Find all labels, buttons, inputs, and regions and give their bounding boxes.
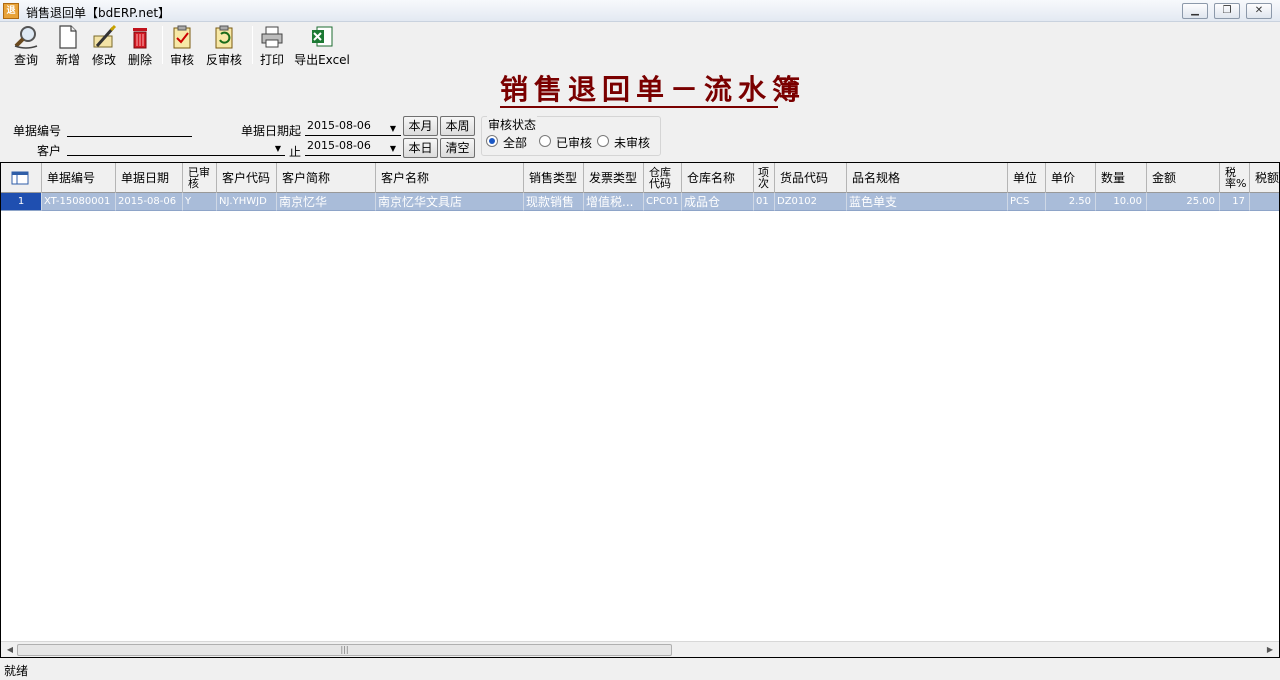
status-bar-text: 就绪 bbox=[4, 664, 29, 678]
grid-corner[interactable] bbox=[1, 163, 42, 193]
col-approved[interactable]: 已审核 bbox=[183, 163, 217, 193]
query-button[interactable]: 查询 bbox=[10, 24, 42, 67]
window-title: 销售退回单【bdERP.net】 bbox=[26, 6, 171, 20]
date-from-label: 单据日期起 bbox=[241, 124, 302, 138]
radio-audit-done[interactable] bbox=[539, 135, 551, 147]
print-button[interactable]: 打印 bbox=[258, 24, 286, 67]
app-icon: 退 bbox=[3, 3, 19, 19]
col-doc-no[interactable]: 单据编号 bbox=[42, 163, 116, 193]
audit-all-label: 全部 bbox=[503, 136, 528, 150]
col-tax-rate[interactable]: 税率% bbox=[1220, 163, 1250, 193]
col-unit[interactable]: 单位 bbox=[1008, 163, 1046, 193]
customer-label: 客户 bbox=[37, 144, 62, 158]
today-button[interactable]: 本日 bbox=[403, 138, 438, 158]
cell-qty: 10.00 bbox=[1096, 193, 1147, 211]
date-to-label: 止 bbox=[289, 145, 302, 159]
cell-approved: Y bbox=[183, 193, 217, 211]
grid-header: 单据编号 单据日期 已审核 客户代码 客户简称 客户名称 销售类型 发票类型 仓… bbox=[1, 163, 1279, 193]
horizontal-scrollbar[interactable]: ◀ ||| ▶ bbox=[1, 641, 1279, 657]
printer-icon bbox=[261, 26, 283, 48]
cell-price: 2.50 bbox=[1046, 193, 1096, 211]
col-wh-name[interactable]: 仓库名称 bbox=[682, 163, 754, 193]
cell-tax bbox=[1250, 193, 1279, 211]
radio-audit-all[interactable] bbox=[486, 135, 498, 147]
magnifier-icon bbox=[14, 26, 38, 49]
col-cust-short[interactable]: 客户简称 bbox=[277, 163, 376, 193]
col-tax[interactable]: 税额 bbox=[1250, 163, 1279, 193]
grid-settings-icon bbox=[11, 171, 29, 185]
title-bar: 退 销售退回单【bdERP.net】 ▁ ❐ ✕ bbox=[0, 0, 1280, 22]
cell-doc-no: XT-15080001 bbox=[42, 193, 116, 211]
clear-button[interactable]: 清空 bbox=[440, 138, 475, 158]
add-button[interactable]: 新增 bbox=[54, 24, 82, 67]
excel-icon bbox=[312, 26, 333, 47]
cell-cust-short: 南京忆华 bbox=[277, 193, 376, 211]
minimize-button[interactable]: ▁ bbox=[1182, 3, 1208, 19]
delete-button[interactable]: 删除 bbox=[126, 24, 154, 67]
chevron-down-icon[interactable]: ▼ bbox=[386, 121, 400, 137]
cell-spec: 蓝色单支 bbox=[847, 193, 1008, 211]
col-item-no[interactable]: 项次 bbox=[754, 163, 775, 193]
export-excel-button[interactable]: 导出Excel bbox=[294, 24, 350, 67]
col-cust-name[interactable]: 客户名称 bbox=[376, 163, 524, 193]
col-amount[interactable]: 金额 bbox=[1147, 163, 1220, 193]
cell-tax-rate: 17 bbox=[1220, 193, 1250, 211]
cell-item-no: 01 bbox=[754, 193, 775, 211]
new-document-icon bbox=[59, 25, 77, 49]
audit-not-label: 未审核 bbox=[614, 136, 651, 150]
toolbar-separator bbox=[162, 26, 163, 64]
edit-button[interactable]: 修改 bbox=[90, 24, 118, 67]
restore-button[interactable]: ❐ bbox=[1214, 3, 1240, 19]
col-sale-type[interactable]: 销售类型 bbox=[524, 163, 584, 193]
row-index: 1 bbox=[1, 193, 42, 211]
toolbar-separator bbox=[252, 26, 253, 64]
this-month-button[interactable]: 本月 bbox=[403, 116, 438, 136]
customer-select[interactable] bbox=[67, 142, 285, 156]
col-cust-code[interactable]: 客户代码 bbox=[217, 163, 277, 193]
approve-button[interactable]: 审核 bbox=[168, 24, 196, 67]
this-week-button[interactable]: 本周 bbox=[440, 116, 475, 136]
col-doc-date[interactable]: 单据日期 bbox=[116, 163, 183, 193]
col-qty[interactable]: 数量 bbox=[1096, 163, 1147, 193]
cell-cust-code: NJ.YHWJD bbox=[217, 193, 277, 211]
close-button[interactable]: ✕ bbox=[1246, 3, 1272, 19]
col-spec[interactable]: 品名规格 bbox=[847, 163, 1008, 193]
unapprove-button[interactable]: 反审核 bbox=[204, 24, 244, 67]
chevron-down-icon[interactable]: ▼ bbox=[386, 141, 400, 157]
doc-no-input[interactable] bbox=[67, 123, 192, 137]
cell-unit: PCS bbox=[1008, 193, 1046, 211]
cell-sale-type: 现款销售 bbox=[524, 193, 584, 211]
table-row[interactable]: 1 XT-15080001 2015-08-06 Y NJ.YHWJD 南京忆华… bbox=[1, 193, 1279, 211]
scroll-left-icon[interactable]: ◀ bbox=[3, 644, 17, 656]
cell-amount: 25.00 bbox=[1147, 193, 1220, 211]
audit-status-title: 审核状态 bbox=[487, 116, 538, 133]
cell-goods-code: DZ0102 bbox=[775, 193, 847, 211]
toolbar: 查询 新增 修改 删除 审核 反审核 打印 导出Excel bbox=[0, 22, 1280, 68]
cell-cust-name: 南京忆华文具店 bbox=[376, 193, 524, 211]
col-invoice-type[interactable]: 发票类型 bbox=[584, 163, 644, 193]
cell-wh-code: CPC01 bbox=[644, 193, 682, 211]
page-title: 销售退回单－流水簿 bbox=[500, 73, 807, 108]
clipboard-undo-icon bbox=[215, 25, 233, 49]
trash-icon bbox=[133, 28, 147, 49]
scroll-right-icon[interactable]: ▶ bbox=[1263, 644, 1277, 656]
audit-done-label: 已审核 bbox=[556, 136, 593, 150]
col-price[interactable]: 单价 bbox=[1046, 163, 1096, 193]
doc-no-label: 单据编号 bbox=[13, 124, 62, 138]
radio-audit-not[interactable] bbox=[597, 135, 609, 147]
cell-doc-date: 2015-08-06 bbox=[116, 193, 183, 211]
cell-wh-name: 成品仓 bbox=[682, 193, 754, 211]
scroll-thumb[interactable]: ||| bbox=[17, 644, 672, 656]
edit-pen-icon bbox=[93, 24, 117, 48]
clipboard-check-icon bbox=[173, 25, 191, 49]
col-wh-code[interactable]: 仓库代码 bbox=[644, 163, 682, 193]
col-goods-code[interactable]: 货品代码 bbox=[775, 163, 847, 193]
data-grid: 单据编号 单据日期 已审核 客户代码 客户简称 客户名称 销售类型 发票类型 仓… bbox=[0, 162, 1280, 658]
chevron-down-icon[interactable]: ▼ bbox=[271, 141, 285, 157]
cell-invoice-type: 增值税... bbox=[584, 193, 644, 211]
